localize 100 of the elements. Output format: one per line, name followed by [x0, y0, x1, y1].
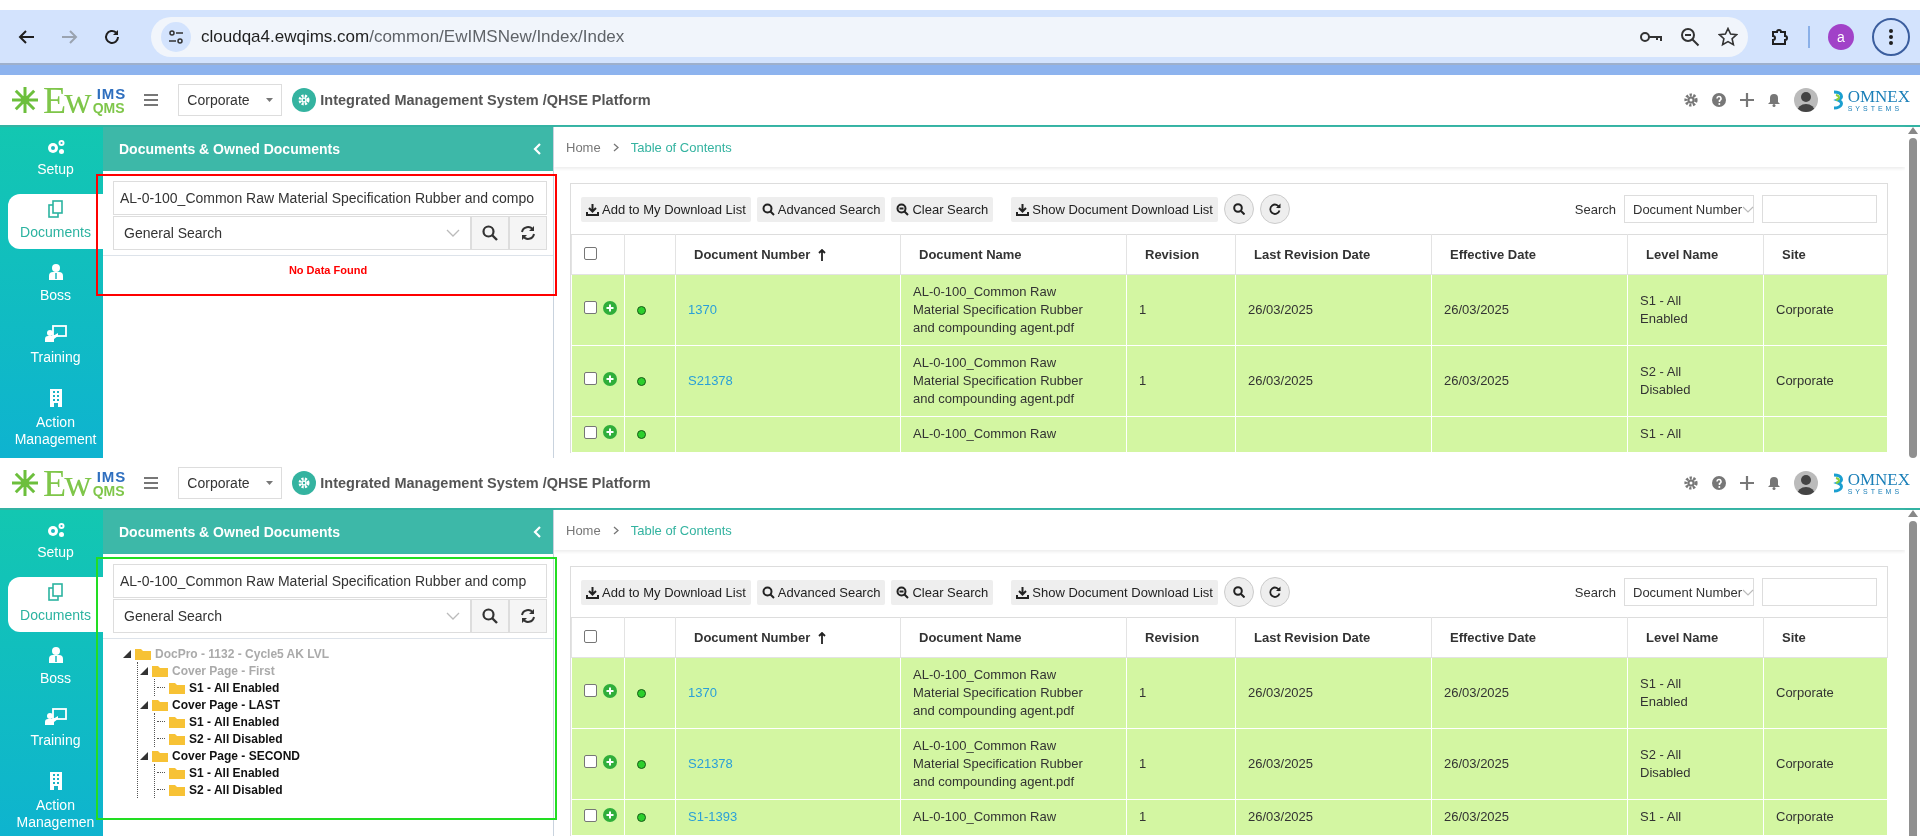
settings-button[interactable] [1683, 93, 1698, 107]
search-field-dropdown[interactable]: Document Number [1624, 578, 1754, 606]
expand-row-button[interactable] [603, 300, 617, 315]
search-field-dropdown[interactable]: Document Number [1624, 195, 1754, 223]
download-icon [586, 202, 599, 216]
search-button[interactable] [471, 216, 509, 250]
address-bar[interactable]: cloudqa4.ewqims.com/common/EwIMSNew/Index/Index [151, 16, 1748, 57]
refresh-button[interactable] [509, 216, 547, 250]
collapse-button[interactable] [533, 526, 541, 538]
row-checkbox[interactable] [584, 684, 597, 698]
key-icon [1640, 29, 1662, 44]
add-button[interactable] [1739, 476, 1754, 490]
breadcrumb-link[interactable]: Home [566, 522, 601, 538]
toolbar-button[interactable]: Advanced Search [756, 579, 886, 605]
sunburst-icon [10, 85, 40, 115]
menu-button[interactable] [1872, 17, 1910, 56]
profile-avatar[interactable]: a [1828, 23, 1854, 50]
column-header[interactable]: Document Number [694, 247, 811, 262]
search-input[interactable] [1762, 195, 1877, 223]
expanded-triangle-icon [140, 700, 148, 709]
toolbar-button[interactable]: Add to My Download List [581, 196, 751, 222]
menu-button[interactable] [144, 94, 159, 106]
gear-icon [298, 94, 311, 106]
search-icon [482, 608, 498, 624]
gears-icon [45, 139, 66, 155]
toolbar-button[interactable]: Show Document Download List [1011, 196, 1218, 222]
user-avatar[interactable] [1793, 471, 1818, 495]
column-header[interactable]: Effective Date [1450, 630, 1536, 645]
search-type-dropdown[interactable]: General Search [113, 216, 471, 250]
row-checkbox[interactable] [584, 808, 597, 822]
table-cell-text: S2 - All Disabled [1640, 363, 1692, 399]
url-text: cloudqa4.ewqims.com/common/EwIMSNew/Index/Index [201, 26, 625, 47]
site-dropdown[interactable]: Corporate [178, 84, 283, 116]
scrollbar[interactable] [1905, 510, 1920, 836]
user-avatar[interactable] [1793, 88, 1818, 112]
platform-title: Integrated Management System /QHSE Platform [320, 475, 651, 491]
toolbar-button[interactable]: Add to My Download List [581, 579, 751, 605]
help-button[interactable] [1711, 476, 1726, 490]
refresh-button[interactable] [509, 599, 547, 633]
sort-up-arrow-icon [818, 631, 827, 644]
column-header[interactable]: Level Name [1646, 247, 1719, 262]
plus-circle-icon [603, 371, 617, 386]
tune-icon [168, 29, 184, 44]
forward-arrow-icon [60, 27, 79, 46]
column-header[interactable]: Document Name [919, 630, 1022, 645]
column-header[interactable]: Site [1782, 247, 1806, 262]
status-dot-icon [637, 688, 646, 698]
expand-row-button[interactable] [603, 371, 617, 386]
column-header[interactable]: Document Name [919, 247, 1022, 262]
expand-row-button[interactable] [603, 754, 617, 769]
refresh-icon [1268, 203, 1281, 215]
chevron-right-icon [612, 142, 619, 152]
notifications-button[interactable] [1767, 476, 1780, 490]
expand-row-button[interactable] [603, 683, 617, 698]
breadcrumb-link[interactable]: Home [566, 139, 601, 155]
scrollbar[interactable] [1905, 127, 1920, 458]
presentation-icon [44, 708, 67, 727]
settings-button[interactable] [1683, 476, 1698, 490]
search-input[interactable] [1762, 578, 1877, 606]
column-header[interactable]: Document Number [694, 630, 811, 645]
row-checkbox[interactable] [584, 301, 597, 315]
column-header[interactable]: Revision [1145, 630, 1200, 645]
toolbar-button[interactable]: Advanced Search [756, 196, 886, 222]
search-input[interactable]: AL-0-100_Common Raw Material Specification Rubber and comp [113, 564, 547, 598]
search-input[interactable]: AL-0-100_Common Raw Material Specification Rubber and compo [113, 181, 547, 215]
row-checkbox[interactable] [584, 425, 597, 439]
table-cell-text: S2 - All Disabled [1640, 746, 1692, 782]
collapse-button[interactable] [533, 143, 541, 155]
presentation-icon [44, 325, 67, 344]
row-checkbox[interactable] [584, 372, 597, 386]
column-header[interactable]: Site [1782, 630, 1806, 645]
select-all-checkbox[interactable] [584, 246, 597, 260]
toolbar-button[interactable]: Clear Search [891, 196, 994, 222]
help-button[interactable] [1711, 93, 1726, 107]
refresh-button[interactable] [1259, 194, 1290, 224]
column-header[interactable]: Level Name [1646, 630, 1719, 645]
notifications-button[interactable] [1767, 93, 1780, 107]
expand-row-button[interactable] [603, 808, 617, 822]
plus-circle-icon [603, 300, 617, 315]
search-button[interactable] [1223, 194, 1254, 224]
person-icon [47, 645, 64, 664]
site-dropdown[interactable]: Corporate [178, 467, 283, 499]
row-checkbox[interactable] [584, 755, 597, 769]
folder-icon [168, 765, 186, 780]
refresh-button[interactable] [1259, 577, 1290, 607]
expand-row-button[interactable] [603, 425, 617, 439]
search-button[interactable] [471, 599, 509, 633]
column-header[interactable]: Effective Date [1450, 247, 1536, 262]
chevron-down-icon [1742, 205, 1755, 213]
refresh-icon [1268, 586, 1281, 598]
search-button[interactable] [1223, 577, 1254, 607]
toolbar-button[interactable]: Clear Search [891, 579, 994, 605]
reload-icon [102, 27, 121, 46]
add-button[interactable] [1739, 93, 1754, 107]
menu-button[interactable] [144, 477, 159, 489]
select-all-checkbox[interactable] [584, 629, 597, 643]
toolbar-button[interactable]: Show Document Download List [1011, 579, 1218, 605]
column-header[interactable]: Revision [1145, 247, 1200, 262]
search-type-dropdown[interactable]: General Search [113, 599, 471, 633]
site-info-button[interactable] [161, 21, 191, 52]
